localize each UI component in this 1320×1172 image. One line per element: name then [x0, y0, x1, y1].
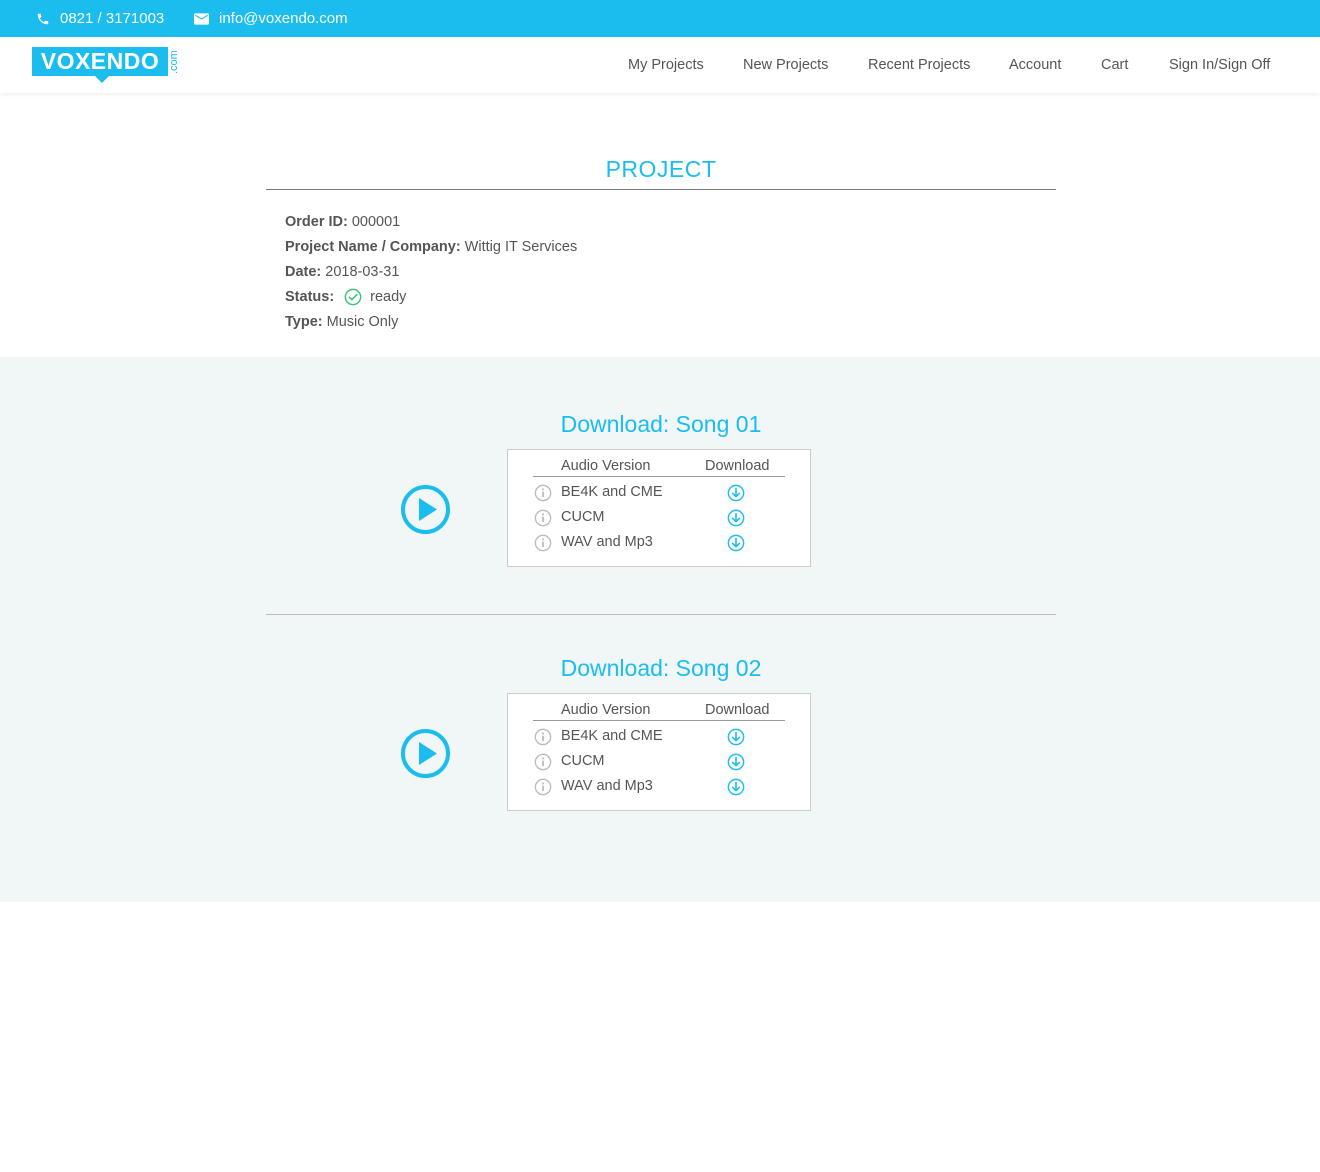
table-row: WAV and Mp3	[508, 776, 810, 798]
project-name-line: Project Name / Company: Wittig IT Servic…	[285, 239, 577, 255]
type-line: Type: Music Only	[285, 314, 398, 330]
download-icon[interactable]	[727, 509, 745, 527]
audio-version-label: CUCM	[561, 753, 605, 769]
table-row: WAV and Mp3	[508, 532, 810, 554]
song-title: Download: Song 02	[560, 655, 762, 681]
audio-version-label: WAV and Mp3	[561, 534, 653, 550]
check-circle-icon	[344, 288, 362, 306]
play-icon[interactable]	[400, 728, 451, 779]
mail-icon	[194, 12, 209, 25]
phone-icon	[37, 13, 49, 24]
download-icon[interactable]	[727, 778, 745, 796]
status-label: Status:	[285, 289, 335, 305]
nav-sign-in-out[interactable]: Sign In/Sign Off	[1169, 57, 1270, 73]
nav-recent-projects[interactable]: Recent Projects	[868, 57, 970, 73]
info-icon[interactable]	[534, 509, 552, 527]
order-id-line: Order ID: 000001	[285, 214, 400, 230]
site-header: VOXENDO .com My Projects New Projects Re…	[0, 37, 1320, 93]
song-divider	[266, 614, 1056, 615]
nav-my-projects[interactable]: My Projects	[628, 57, 704, 73]
nav-cart[interactable]: Cart	[1101, 57, 1128, 73]
page-title: PROJECT	[605, 156, 717, 182]
table-row: CUCM	[508, 507, 810, 529]
date-line: Date: 2018-03-31	[285, 264, 399, 280]
info-icon[interactable]	[534, 534, 552, 552]
project-name-label: Project Name / Company:	[285, 239, 461, 255]
table-row: BE4K and CME	[508, 482, 810, 504]
audio-version-label: BE4K and CME	[561, 484, 663, 500]
phone-contact[interactable]: 0821 / 3171003	[36, 0, 164, 37]
status-value: ready	[370, 289, 407, 305]
download-table: Audio Version Download BE4K and CME CUCM…	[507, 693, 811, 811]
download-icon[interactable]	[727, 728, 745, 746]
type-value: Music Only	[326, 314, 399, 330]
info-icon[interactable]	[534, 753, 552, 771]
column-header-audio-version: Audio Version	[561, 702, 651, 718]
order-id-value: 000001	[351, 214, 401, 230]
phone-number: 0821 / 3171003	[60, 10, 165, 27]
info-icon[interactable]	[534, 778, 552, 796]
download-icon[interactable]	[727, 484, 745, 502]
email-contact[interactable]: info@voxendo.com	[194, 0, 348, 37]
nav-account[interactable]: Account	[1009, 57, 1061, 73]
nav-new-projects[interactable]: New Projects	[743, 57, 828, 73]
download-icon[interactable]	[727, 534, 745, 552]
downloads-section	[0, 357, 1320, 902]
play-icon[interactable]	[400, 484, 451, 535]
status-line: Status: ready	[285, 288, 406, 306]
info-icon[interactable]	[534, 484, 552, 502]
song-title: Download: Song 01	[560, 411, 762, 437]
top-contact-bar: 0821 / 3171003 info@voxendo.com	[0, 0, 1320, 37]
audio-version-label: BE4K and CME	[561, 728, 663, 744]
email-address: info@voxendo.com	[219, 10, 348, 27]
info-icon[interactable]	[534, 728, 552, 746]
header-divider	[533, 720, 785, 721]
column-header-download: Download	[705, 458, 770, 474]
main-nav: My Projects New Projects Recent Projects…	[0, 37, 1320, 93]
column-header-download: Download	[705, 702, 770, 718]
date-value: 2018-03-31	[325, 264, 400, 280]
audio-version-label: WAV and Mp3	[561, 778, 653, 794]
project-name-value: Wittig IT Services	[464, 239, 578, 255]
audio-version-label: CUCM	[561, 509, 605, 525]
column-header-audio-version: Audio Version	[561, 458, 651, 474]
download-icon[interactable]	[727, 753, 745, 771]
table-row: CUCM	[508, 751, 810, 773]
type-label: Type:	[285, 314, 323, 330]
title-divider	[266, 189, 1056, 190]
download-table: Audio Version Download BE4K and CME CUCM…	[507, 449, 811, 567]
table-row: BE4K and CME	[508, 726, 810, 748]
date-label: Date:	[285, 264, 322, 280]
header-divider	[533, 476, 785, 477]
order-id-label: Order ID:	[285, 214, 348, 230]
